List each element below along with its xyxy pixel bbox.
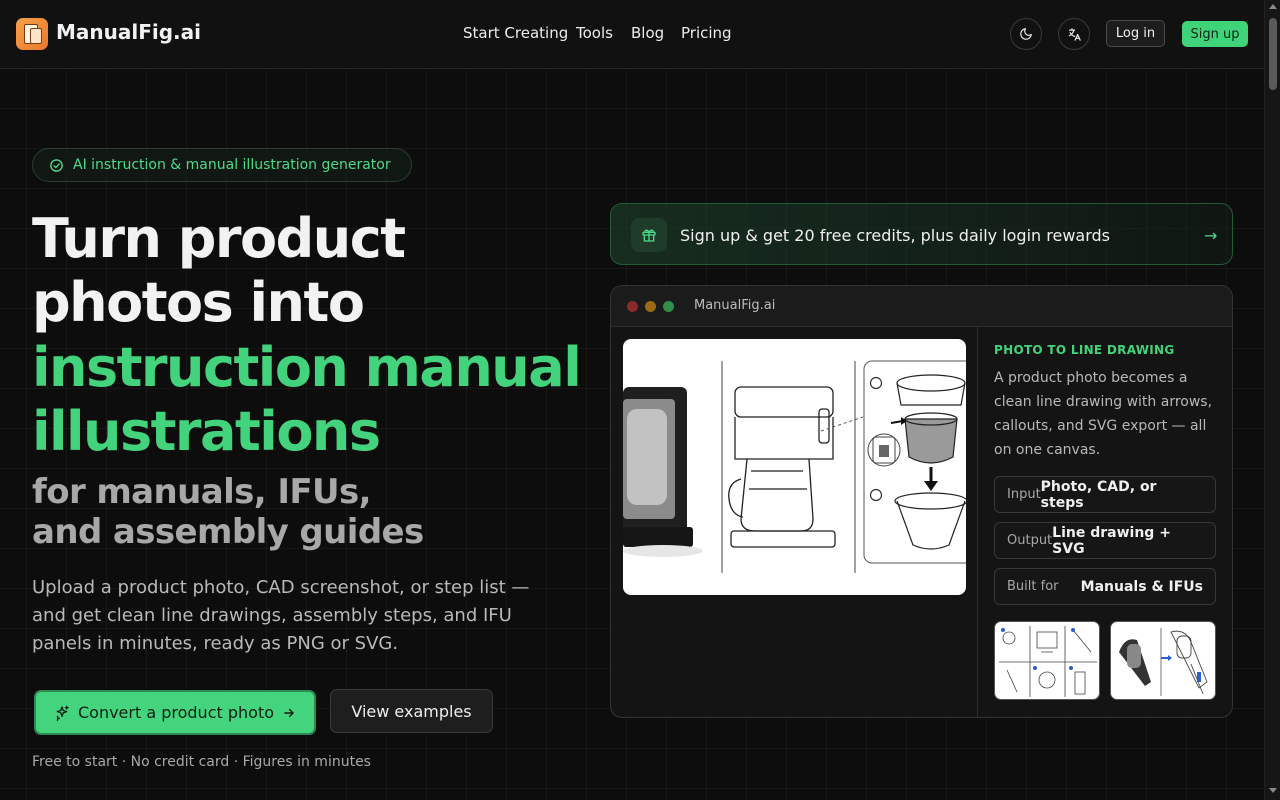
promo-arrow-icon: → [1204, 226, 1218, 245]
window-minimize-dot [645, 301, 656, 312]
hero-subtitle-line-1: for manuals, IFUs, [32, 472, 372, 512]
brand-name[interactable]: ManualFig.ai [56, 20, 201, 44]
view-examples-button[interactable]: View examples [330, 689, 493, 733]
window-close-dot [627, 301, 638, 312]
nav-pricing[interactable]: Pricing [681, 24, 732, 42]
logo-icon[interactable] [16, 18, 48, 50]
info-value: Manuals & IFUs [1080, 578, 1203, 595]
theme-toggle-button[interactable] [1010, 18, 1042, 50]
arrow-right-icon [284, 708, 294, 717]
moon-icon [1020, 28, 1032, 40]
info-value: Photo, CAD, or steps [1040, 478, 1157, 511]
info-value: Line drawing + SVG [1052, 524, 1171, 557]
hero-badge-text: AI instruction & manual illustration gen… [73, 157, 391, 173]
info-key: Input [1007, 487, 1041, 502]
nav-tools[interactable]: Tools [576, 24, 613, 42]
convert-photo-label: Convert a product photo [77, 703, 274, 722]
login-button[interactable]: Log in [1106, 20, 1165, 47]
demo-window: ManualFig.ai PHOTO TO LINE DRAWING A pro… [610, 285, 1233, 718]
demo-eyebrow: PHOTO TO LINE DRAWING [994, 343, 1175, 357]
hero-title-accent-line-1: instruction manual [32, 336, 582, 399]
scroll-up-icon[interactable] [1269, 4, 1277, 9]
nav-start-creating[interactable]: Start Creating [463, 24, 568, 42]
example-thumbnail-assembly[interactable] [994, 621, 1100, 700]
info-row-input: Input Photo, CAD, or steps [994, 476, 1216, 513]
language-button[interactable] [1058, 18, 1090, 50]
scrollbar-thumb[interactable] [1269, 18, 1277, 90]
demo-description: A product photo becomes a clean line dra… [994, 370, 1213, 458]
hero-subtitle-line-2: and assembly guides [32, 512, 424, 552]
info-key: Output [1007, 533, 1053, 548]
translate-icon [1068, 27, 1081, 41]
demo-canvas-image [623, 339, 966, 595]
demo-window-titlebar: ManualFig.ai [611, 286, 1232, 327]
site-header: ManualFig.ai Start Creating Tools Blog P… [0, 0, 1264, 69]
demo-divider [977, 327, 978, 717]
info-row-output: Output Line drawing + SVG [994, 522, 1216, 559]
promo-text: Sign up & get 20 free credits, plus dail… [680, 226, 1110, 245]
gift-icon [631, 218, 667, 252]
hero-title-line-2: photos into [32, 271, 365, 334]
info-row-built-for: Built for Manuals & IFUs [994, 568, 1216, 605]
window-maximize-dot [663, 301, 674, 312]
hero-footnote: Free to start · No credit card · Figures… [32, 754, 371, 770]
check-circle-icon [50, 158, 63, 172]
hero-title-accent-line-2: illustrations [32, 400, 381, 463]
demo-window-title: ManualFig.ai [694, 298, 776, 313]
scroll-down-icon[interactable] [1269, 788, 1277, 793]
nav-blog[interactable]: Blog [631, 24, 664, 42]
convert-photo-button[interactable]: Convert a product photo [34, 690, 316, 735]
hero-badge: AI instruction & manual illustration gen… [32, 148, 412, 182]
hero-title-line-1: Turn product [32, 207, 406, 270]
hero-description: Upload a product photo, CAD screenshot, … [32, 577, 530, 654]
sparkle-icon [56, 705, 69, 721]
info-key: Built for [1007, 579, 1059, 594]
example-thumbnail-vacuum[interactable] [1110, 621, 1216, 700]
signup-button[interactable]: Sign up [1182, 21, 1248, 47]
page-scrollbar[interactable] [1264, 0, 1280, 800]
signup-promo-banner[interactable]: Sign up & get 20 free credits, plus dail… [610, 203, 1233, 265]
